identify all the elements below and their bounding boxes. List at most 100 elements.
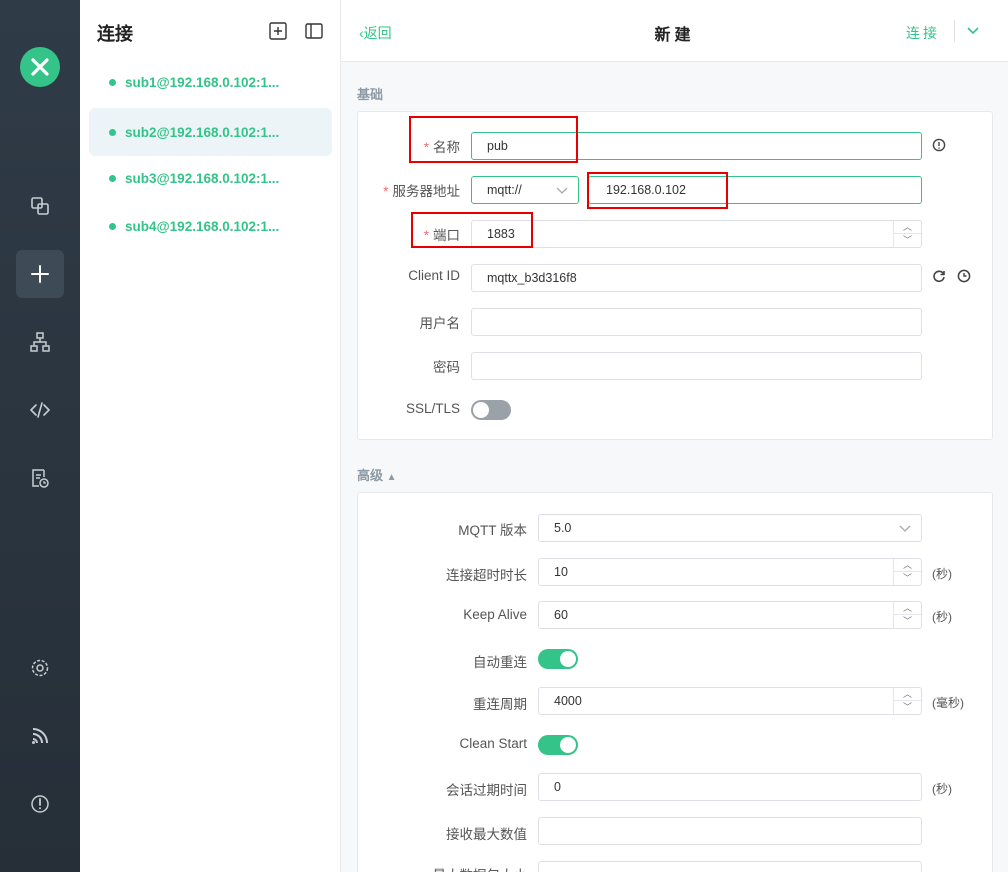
reconnect-period-label: 重连周期 bbox=[473, 697, 527, 712]
nav-script[interactable] bbox=[16, 386, 64, 434]
auto-reconnect-toggle[interactable] bbox=[538, 649, 578, 669]
connection-item[interactable]: sub2@192.168.0.102:1... bbox=[89, 108, 332, 156]
max-packet-label: 最大数据包大小 bbox=[358, 864, 528, 872]
app-logo bbox=[20, 47, 60, 87]
timeout-unit: (秒) bbox=[932, 567, 952, 581]
advanced-settings-card: MQTT 版本 5.0 连接超时时长 10 ︿ ﹀ (秒) Keep Alive … bbox=[357, 492, 993, 872]
session-expiry-input[interactable]: 0 bbox=[538, 773, 922, 801]
chevron-down-icon bbox=[899, 525, 911, 532]
clientid-input[interactable]: mqttx_b3d316f8 bbox=[471, 264, 922, 292]
required-mark: * bbox=[383, 184, 389, 199]
keepalive-input[interactable]: 60 ︿ ﹀ bbox=[538, 601, 922, 629]
add-connection-icon[interactable] bbox=[268, 21, 288, 41]
connections-icon bbox=[31, 197, 49, 215]
increment-icon[interactable]: ︿ bbox=[894, 221, 921, 234]
divider bbox=[954, 20, 955, 42]
info-circle-icon[interactable] bbox=[932, 138, 946, 152]
ssl-label: SSL/TLS bbox=[405, 401, 460, 416]
refresh-icon[interactable] bbox=[932, 269, 946, 283]
timeout-stepper[interactable]: ︿ ﹀ bbox=[893, 559, 921, 585]
decrement-icon[interactable]: ﹀ bbox=[894, 234, 921, 247]
increment-icon[interactable]: ︿ bbox=[894, 688, 921, 701]
username-input[interactable] bbox=[471, 308, 922, 336]
mqtt-version-label: MQTT 版本 bbox=[458, 523, 527, 538]
decrement-icon[interactable]: ﹀ bbox=[894, 701, 921, 714]
toggle-knob bbox=[560, 651, 576, 667]
app-sidebar bbox=[0, 0, 80, 872]
mqttx-logo-icon bbox=[31, 58, 49, 76]
settings-icon bbox=[31, 659, 49, 677]
host-label: * 服务器地址 bbox=[358, 180, 460, 200]
receive-max-input[interactable] bbox=[538, 817, 922, 845]
reconnect-period-stepper[interactable]: ︿ ﹀ bbox=[893, 688, 921, 714]
timeout-label: 连接超时时长 bbox=[446, 568, 527, 583]
host-label-text: 服务器地址 bbox=[392, 184, 461, 199]
chevron-down-icon bbox=[556, 187, 568, 194]
highlight-box bbox=[411, 212, 533, 248]
port-input[interactable]: 1883 ︿ ﹀ bbox=[471, 220, 922, 248]
connect-button[interactable]: 连接 bbox=[906, 23, 940, 43]
password-label: 密码 bbox=[433, 360, 460, 375]
plus-icon bbox=[31, 265, 49, 283]
protocol-value: mqtt:// bbox=[487, 183, 522, 197]
info-icon bbox=[31, 795, 49, 813]
rss-icon bbox=[32, 728, 48, 744]
connection-item[interactable]: sub3@192.168.0.102:1... bbox=[89, 154, 332, 202]
nav-topology[interactable] bbox=[16, 318, 64, 366]
nav-log[interactable] bbox=[16, 454, 64, 502]
keepalive-unit: (秒) bbox=[932, 610, 952, 624]
ssl-toggle[interactable] bbox=[471, 400, 511, 420]
caret-up-icon: ▲ bbox=[386, 472, 397, 483]
chevron-down-icon[interactable] bbox=[965, 22, 981, 38]
status-dot bbox=[109, 128, 116, 136]
mqtt-version-select[interactable]: 5.0 bbox=[538, 514, 922, 542]
highlight-box bbox=[587, 172, 728, 209]
connection-name: sub3@192.168.0.102:1... bbox=[125, 170, 280, 186]
status-dot bbox=[109, 78, 116, 86]
code-icon bbox=[30, 402, 50, 418]
increment-icon[interactable]: ︿ bbox=[894, 559, 921, 572]
port-stepper[interactable]: ︿ ﹀ bbox=[893, 221, 921, 247]
reconnect-period-input[interactable]: 4000 ︿ ﹀ bbox=[538, 687, 922, 715]
top-bar: ‹返回 新建 连接 bbox=[341, 0, 1008, 62]
nav-new-connection[interactable] bbox=[16, 250, 64, 298]
decrement-icon[interactable]: ﹀ bbox=[894, 572, 921, 585]
basic-section-title: 基础 bbox=[357, 87, 384, 102]
nav-settings[interactable] bbox=[16, 644, 64, 692]
keepalive-stepper[interactable]: ︿ ﹀ bbox=[893, 602, 921, 628]
reconnect-period-value: 4000 bbox=[554, 694, 582, 708]
clean-start-toggle[interactable] bbox=[538, 735, 578, 755]
protocol-select[interactable]: mqtt:// bbox=[471, 176, 579, 204]
clientid-label: Client ID bbox=[408, 268, 460, 283]
connection-list-panel: 连接 sub1@192.168.0.102:1... sub2@192.168.… bbox=[80, 0, 341, 872]
increment-icon[interactable]: ︿ bbox=[894, 602, 921, 615]
nav-about[interactable] bbox=[16, 780, 64, 828]
timeout-input[interactable]: 10 ︿ ﹀ bbox=[538, 558, 922, 586]
nav-subscription[interactable] bbox=[16, 712, 64, 760]
connection-item[interactable]: sub4@192.168.0.102:1... bbox=[89, 202, 332, 250]
connection-item[interactable]: sub1@192.168.0.102:1... bbox=[89, 58, 332, 106]
reconnect-period-unit: (毫秒) bbox=[932, 696, 964, 710]
password-input[interactable] bbox=[471, 352, 922, 380]
decrement-icon[interactable]: ﹀ bbox=[894, 615, 921, 628]
max-packet-input[interactable] bbox=[538, 861, 922, 872]
nav-connections[interactable] bbox=[16, 182, 64, 230]
connection-name: sub4@192.168.0.102:1... bbox=[125, 218, 280, 234]
mqtt-version-value: 5.0 bbox=[554, 521, 572, 535]
auto-reconnect-label: 自动重连 bbox=[473, 655, 527, 670]
timeout-value: 10 bbox=[554, 565, 568, 579]
connection-name: sub2@192.168.0.102:1... bbox=[125, 124, 280, 140]
status-dot bbox=[109, 174, 116, 182]
topology-icon bbox=[30, 332, 50, 352]
log-icon bbox=[32, 469, 49, 488]
status-dot bbox=[109, 222, 116, 230]
session-expiry-label: 会话过期时间 bbox=[446, 783, 527, 798]
username-label: 用户名 bbox=[419, 316, 461, 331]
toggle-panel-icon[interactable] bbox=[304, 21, 324, 41]
toggle-knob bbox=[560, 737, 576, 753]
advanced-section-title[interactable]: 高级 ▲ bbox=[357, 465, 397, 484]
receive-max-label: 接收最大数值 bbox=[446, 827, 527, 842]
advanced-section-label: 高级 bbox=[357, 468, 384, 483]
session-expiry-unit: (秒) bbox=[932, 782, 952, 796]
clock-icon[interactable] bbox=[957, 269, 971, 283]
